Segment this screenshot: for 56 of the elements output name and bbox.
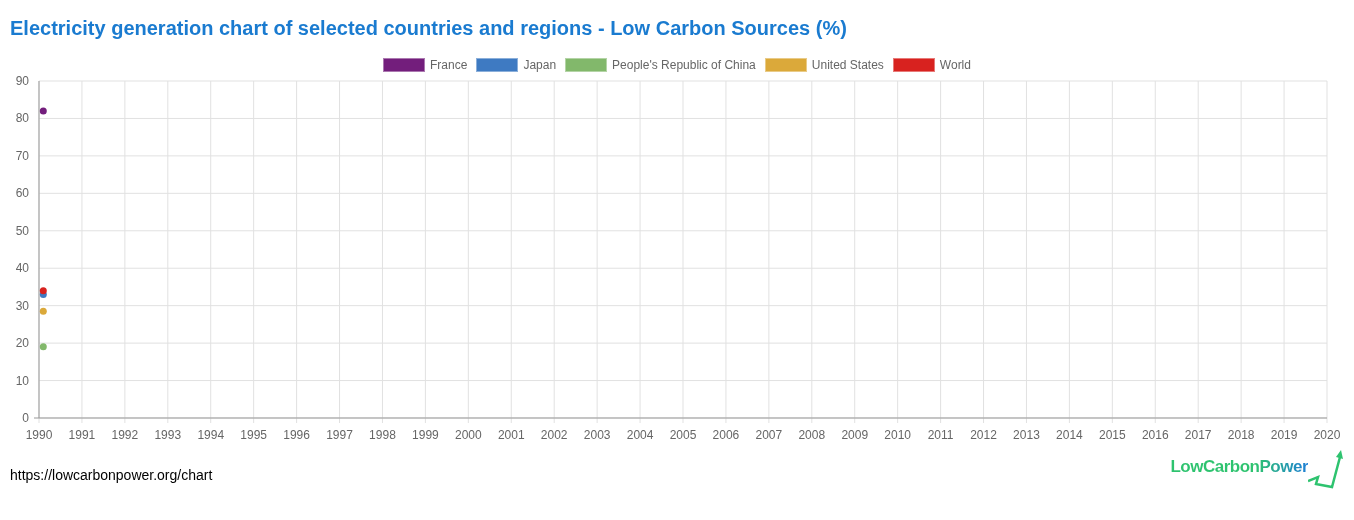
x-tick-label: 2017 <box>1184 428 1212 442</box>
x-tick-label: 2001 <box>497 428 525 442</box>
x-tick-label: 2014 <box>1056 428 1083 442</box>
y-tick-label: 70 <box>15 148 29 163</box>
x-tick-label: 1990 <box>25 428 53 442</box>
x-tick-label: 1991 <box>68 428 96 442</box>
x-tick-label: 2000 <box>455 428 482 442</box>
y-tick-label: 20 <box>15 336 29 351</box>
x-tick-label: 2004 <box>626 428 654 442</box>
data-point[interactable] <box>39 287 47 295</box>
y-tick-label: 50 <box>15 223 29 238</box>
legend-swatch[interactable] <box>476 58 519 72</box>
x-tick-label: 1995 <box>240 428 267 442</box>
rising-arrow-icon <box>1308 449 1344 491</box>
legend-label[interactable]: World <box>939 58 971 72</box>
x-tick-label: 2007 <box>755 428 783 442</box>
x-tick-label: 2005 <box>669 428 697 442</box>
x-tick-label: 2006 <box>712 428 740 442</box>
legend-swatch[interactable] <box>764 58 807 72</box>
y-tick-label: 80 <box>15 111 29 126</box>
legend-swatch[interactable] <box>892 58 935 72</box>
y-tick-label: 40 <box>15 261 29 276</box>
x-tick-label: 2020 <box>1313 428 1341 442</box>
y-tick-label: 30 <box>15 298 29 313</box>
x-tick-label: 1992 <box>111 428 139 442</box>
x-tick-label: 2012 <box>970 428 997 442</box>
x-tick-label: 2011 <box>927 428 954 442</box>
source-url: https://lowcarbonpower.org/chart <box>10 467 213 483</box>
x-tick-label: 2018 <box>1227 428 1255 442</box>
x-tick-label: 2016 <box>1141 428 1169 442</box>
x-tick-label: 1996 <box>283 428 310 442</box>
x-tick-label: 1999 <box>412 428 439 442</box>
legend-label[interactable]: People's Republic of China <box>612 58 756 72</box>
x-tick-label: 2003 <box>583 428 611 442</box>
y-tick-label: 0 <box>22 411 29 425</box>
x-tick-label: 2013 <box>1013 428 1040 442</box>
x-tick-label: 2002 <box>540 428 568 442</box>
y-tick-label: 60 <box>15 186 29 201</box>
x-tick-label: 1993 <box>154 428 182 442</box>
x-tick-label: 1994 <box>197 428 225 442</box>
y-tick-label: 90 <box>15 75 29 88</box>
x-tick-label: 1998 <box>369 428 396 442</box>
legend-label[interactable]: France <box>430 58 468 72</box>
x-tick-label: 2008 <box>798 428 826 442</box>
legend-label[interactable]: United States <box>811 58 884 72</box>
x-tick-label: 2009 <box>841 428 869 442</box>
x-tick-label: 2019 <box>1270 428 1298 442</box>
legend-swatch[interactable] <box>565 58 608 72</box>
legend-label[interactable]: Japan <box>523 58 557 72</box>
data-point[interactable] <box>39 107 47 115</box>
chart-title: Electricity generation chart of selected countries and regions - Low Carbon Sources (%) <box>10 16 848 41</box>
y-tick-label: 10 <box>15 373 29 388</box>
legend-swatch[interactable] <box>383 58 425 72</box>
x-tick-label: 1997 <box>326 428 353 442</box>
x-tick-label: 2010 <box>884 428 911 442</box>
x-tick-label: 2015 <box>1099 428 1126 442</box>
